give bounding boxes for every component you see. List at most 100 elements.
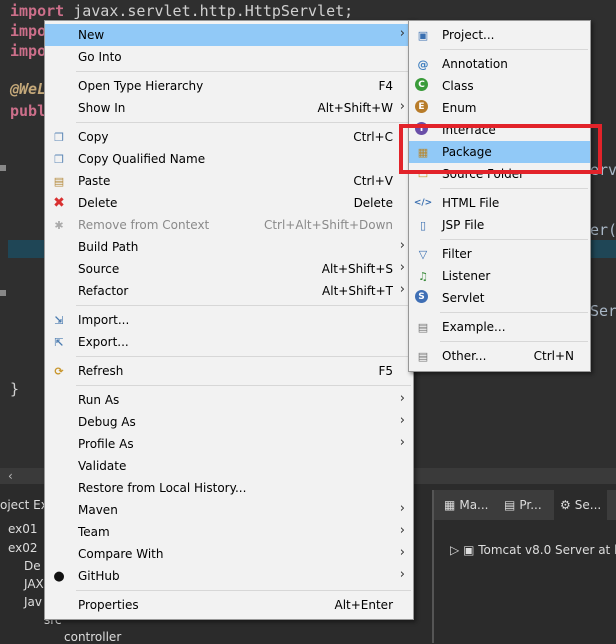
menu-item-validate[interactable]: Validate [45,455,413,477]
menu-item-properties[interactable]: Properties Alt+Enter [45,594,413,616]
separator [76,385,411,386]
menu-item-copy[interactable]: ❐ Copy Ctrl+C [45,126,413,148]
submenu-item-listener[interactable]: ♫ Listener [409,265,590,287]
filter-icon: ▽ [418,247,428,261]
class-icon: C [415,78,428,91]
menu-item-run-as[interactable]: Run As › [45,389,413,411]
menu-item-restore-local-history[interactable]: Restore from Local History... [45,477,413,499]
menu-item-compare-with[interactable]: Compare With › [45,543,413,565]
separator [76,71,411,72]
tree-item[interactable]: ex02 [8,541,38,555]
menu-item-export[interactable]: ⇱ Export... [45,331,413,353]
scroll-left-icon[interactable]: ‹ [8,469,13,483]
export-icon: ⇱ [54,335,64,349]
listener-icon: ♫ [418,269,428,283]
menu-item-new[interactable]: New › [45,24,413,46]
submenu-item-servlet[interactable]: S Servlet [409,287,590,309]
github-icon: ● [53,568,65,584]
separator [440,188,588,189]
submenu-item-jsp-file[interactable]: ▯ JSP File [409,214,590,236]
copy-qualified-icon: ❐ [54,152,64,166]
chevron-right-icon: › [399,567,405,582]
tab-properties[interactable]: ▤ Pr... [504,490,542,520]
server-item[interactable]: ▷ ▣ Tomcat v8.0 Server at lo [450,543,616,557]
submenu-item-project[interactable]: ▣ Project... [409,24,590,46]
fold-marker[interactable] [0,290,6,296]
separator [440,239,588,240]
separator [440,49,588,50]
server-icon: ▣ [463,543,475,557]
servers-icon: ⚙ [560,498,571,512]
menu-item-refactor[interactable]: Refactor Alt+Shift+T › [45,280,413,302]
code-line: publ [10,102,47,120]
menu-item-source[interactable]: Source Alt+Shift+S › [45,258,413,280]
chevron-right-icon: › [399,413,405,428]
fold-marker[interactable] [0,165,6,171]
tree-item[interactable]: controller [64,630,121,644]
properties-icon: ▤ [504,498,516,512]
submenu-item-other[interactable]: ▤ Other... Ctrl+N [409,345,590,367]
import-icon: ⇲ [54,313,64,327]
view-tabs: ▦ Ma... ▤ Pr... ⚙ Se... [434,490,616,520]
tree-item[interactable]: Jav [24,595,42,609]
code-line: impo [10,42,47,60]
refresh-icon: ⟳ [54,364,64,378]
code-fragment: er( [590,221,616,239]
menu-item-delete[interactable]: ✖ Delete Delete [45,192,413,214]
delete-icon: ✖ [53,195,65,211]
code-line: impo [10,22,47,40]
new-submenu: ▣ Project... @ Annotation C Class E Enum I In… [408,20,591,372]
chevron-right-icon: › [399,435,405,450]
copy-icon: ❐ [54,130,64,144]
separator [76,356,411,357]
separator [76,122,411,123]
remove-context-icon: ✱ [54,218,64,232]
project-icon: ▣ [417,28,429,42]
separator [440,341,588,342]
submenu-item-filter[interactable]: ▽ Filter [409,243,590,265]
menu-item-maven[interactable]: Maven › [45,499,413,521]
paste-icon: ▤ [53,174,65,188]
separator [76,590,411,591]
menu-item-profile-as[interactable]: Profile As › [45,433,413,455]
expand-icon[interactable]: ▷ [450,543,459,557]
chevron-right-icon: › [399,391,405,406]
menu-item-team[interactable]: Team › [45,521,413,543]
chevron-right-icon: › [399,26,405,41]
servlet-icon: S [415,290,428,303]
separator [76,305,411,306]
code-line: import javax.servlet.http.HttpServlet; [10,2,354,20]
submenu-item-example[interactable]: ▤ Example... [409,316,590,338]
menu-item-remove-from-context[interactable]: ✱ Remove from Context Ctrl+Alt+Shift+Down [45,214,413,236]
menu-item-show-in[interactable]: Show In Alt+Shift+W › [45,97,413,119]
closing-brace: } [10,380,20,398]
submenu-item-annotation[interactable]: @ Annotation [409,53,590,75]
submenu-item-enum[interactable]: E Enum [409,97,590,119]
annotation-icon: @ [417,57,429,71]
submenu-item-class[interactable]: C Class [409,75,590,97]
code-fragment: Ser [590,302,616,320]
context-menu: New › Go Into Open Type Hierarchy F4 Show … [44,20,414,620]
tree-item[interactable]: De [24,559,41,573]
chevron-right-icon: › [399,260,405,275]
menu-item-debug-as[interactable]: Debug As › [45,411,413,433]
chevron-right-icon: › [399,545,405,560]
code-line: @WeL [10,80,47,98]
menu-item-build-path[interactable]: Build Path › [45,236,413,258]
menu-item-refresh[interactable]: ⟳ Refresh F5 [45,360,413,382]
highlight-annotation-box [399,124,602,174]
submenu-item-html-file[interactable]: </> HTML File [409,192,590,214]
menu-item-github[interactable]: ● GitHub › [45,565,413,587]
menu-item-copy-qualified-name[interactable]: ❐ Copy Qualified Name [45,148,413,170]
menu-item-open-type-hierarchy[interactable]: Open Type Hierarchy F4 [45,75,413,97]
tree-item[interactable]: JAX [24,577,44,591]
menu-item-paste[interactable]: ▤ Paste Ctrl+V [45,170,413,192]
tab-markers[interactable]: ▦ Ma... [444,490,489,520]
menu-item-go-into[interactable]: Go Into [45,46,413,68]
tab-servers[interactable]: ⚙ Se... [554,490,608,520]
tree-item[interactable]: ex01 [8,522,38,536]
chevron-right-icon: › [399,99,405,114]
chevron-right-icon: › [399,282,405,297]
markers-icon: ▦ [444,498,456,512]
menu-item-import[interactable]: ⇲ Import... [45,309,413,331]
